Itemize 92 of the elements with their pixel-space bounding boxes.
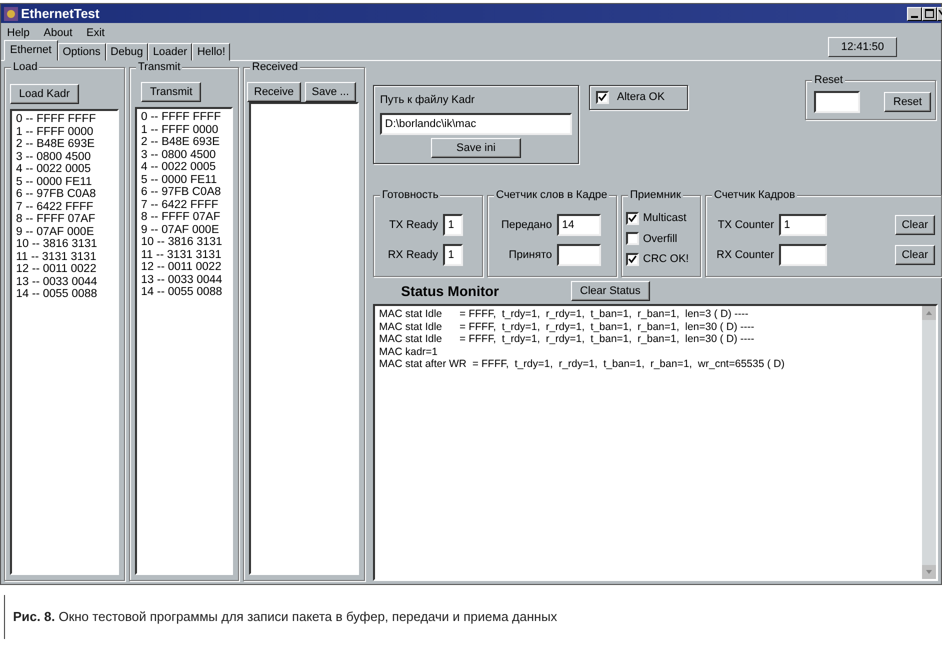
log-line: MAC stat Idle = FFFF, t_rdy=1, r_rdy=1, t_ban=1, r_ban=1, len=30 ( D) ---- bbox=[379, 320, 756, 333]
group-label: Load bbox=[11, 61, 40, 73]
minimize-button[interactable] bbox=[907, 6, 922, 20]
checkbox-label: Altera OK bbox=[617, 90, 665, 105]
list-row[interactable]: 2 -- B48E 693E bbox=[141, 136, 227, 148]
list-row[interactable]: 2 -- B48E 693E bbox=[16, 138, 113, 150]
action-button[interactable]: Transmit bbox=[141, 82, 202, 102]
tab[interactable]: Options bbox=[58, 43, 106, 61]
list-row[interactable]: 14 -- 0055 0088 bbox=[16, 288, 113, 300]
checkbox[interactable] bbox=[626, 212, 639, 225]
group-label: Счетчик Кадров bbox=[712, 189, 798, 201]
reset-field[interactable] bbox=[814, 91, 860, 113]
tab[interactable]: Debug bbox=[106, 43, 148, 61]
list-row[interactable]: 7 -- 6422 FFFF bbox=[141, 198, 227, 211]
checkbox[interactable] bbox=[596, 90, 609, 104]
clear-button[interactable]: Clear bbox=[894, 245, 935, 265]
value-field[interactable] bbox=[557, 244, 601, 266]
field-label: RX Counter bbox=[716, 248, 774, 263]
maximize-icon bbox=[925, 9, 934, 18]
list-row[interactable]: 3 -- 0800 4500 bbox=[16, 150, 113, 163]
list-row[interactable]: 9 -- 07AF 000E bbox=[16, 226, 113, 238]
menu-item[interactable]: Exit bbox=[86, 25, 105, 38]
list-row[interactable]: 5 -- 0000 FE11 bbox=[141, 174, 227, 186]
group-label: Счетчик слов в Кадре bbox=[494, 189, 610, 201]
clear-status-button[interactable]: Clear Status bbox=[571, 281, 650, 301]
save-ini-button[interactable]: Save ini bbox=[431, 138, 521, 158]
list-row[interactable]: 3 -- 0800 4500 bbox=[141, 148, 227, 161]
log-line: MAC stat Idle = FFFF, t_rdy=1, r_rdy=1, t_ban=1, r_ban=1, len=3 ( D) ---- bbox=[379, 308, 750, 320]
window-title: EthernetTest bbox=[21, 4, 100, 23]
tab[interactable]: Loader bbox=[148, 43, 192, 61]
field-label: Путь к файлу Kadr bbox=[380, 93, 476, 108]
checkbox-label: Overfill bbox=[643, 232, 678, 246]
list-row[interactable]: 6 -- 97FB C0A8 bbox=[16, 188, 113, 200]
list-row[interactable]: 0 -- FFFF FFFF bbox=[16, 113, 113, 126]
action-button[interactable]: Receive bbox=[247, 82, 301, 102]
list-row[interactable]: 8 -- FFFF 07AF bbox=[16, 213, 113, 226]
app-icon bbox=[4, 6, 18, 20]
list-row[interactable]: 1 -- FFFF 0000 bbox=[141, 124, 227, 136]
list-row[interactable]: 5 -- 0000 FE11 bbox=[16, 176, 113, 188]
status-monitor-title: Status Monitor bbox=[401, 282, 500, 300]
action-button[interactable]: Save ... bbox=[304, 82, 356, 102]
log-line: MAC kadr=1 bbox=[379, 346, 439, 358]
value-field[interactable]: 1 bbox=[443, 214, 463, 236]
list-row[interactable]: 4 -- 0022 0005 bbox=[141, 161, 227, 174]
list-row[interactable]: 6 -- 97FB C0A8 bbox=[141, 186, 227, 198]
clear-button[interactable]: Clear bbox=[894, 215, 935, 235]
value-field[interactable] bbox=[779, 244, 827, 266]
field-label: Передано bbox=[500, 218, 552, 233]
tab[interactable]: Ethernet bbox=[4, 40, 58, 61]
value-field[interactable]: 14 bbox=[557, 214, 601, 236]
action-button[interactable]: Load Kadr bbox=[10, 84, 79, 104]
value-field[interactable]: 1 bbox=[443, 244, 463, 266]
list-row[interactable]: 13 -- 0033 0044 bbox=[16, 276, 113, 288]
field-label: RX Ready bbox=[386, 248, 438, 263]
clock-display: 12:41:50 bbox=[828, 36, 897, 57]
list-row[interactable]: 12 -- 0011 0022 bbox=[16, 263, 113, 276]
list-row[interactable]: 11 -- 3131 3131 bbox=[16, 250, 113, 263]
path-field[interactable]: D:\borlandc\ik\mac bbox=[380, 112, 572, 134]
field-label: Принято bbox=[508, 248, 552, 263]
list-row[interactable]: 0 -- FFFF FFFF bbox=[141, 111, 227, 124]
maximize-button[interactable] bbox=[922, 6, 937, 20]
list-row[interactable]: 10 -- 3816 3131 bbox=[141, 236, 227, 248]
list-row[interactable]: 4 -- 0022 0005 bbox=[16, 163, 113, 176]
menu-item[interactable]: About bbox=[44, 25, 72, 38]
checkbox[interactable] bbox=[626, 252, 639, 266]
tab[interactable]: Hello! bbox=[192, 43, 230, 61]
list-row[interactable]: 12 -- 0011 0022 bbox=[141, 261, 227, 274]
group-label: Received bbox=[250, 61, 300, 73]
reset-button[interactable]: Reset bbox=[884, 92, 931, 112]
list-row[interactable]: 14 -- 0055 0088 bbox=[141, 286, 227, 298]
checkbox-label: Multicast bbox=[643, 211, 686, 226]
group-label: Reset bbox=[812, 74, 845, 86]
list-row[interactable]: 10 -- 3816 3131 bbox=[16, 238, 113, 250]
list-row[interactable]: 13 -- 0033 0044 bbox=[141, 274, 227, 286]
value-field[interactable]: 1 bbox=[779, 214, 827, 236]
log-line: MAC stat Idle = FFFF, t_rdy=1, r_rdy=1, t_ban=1, r_ban=1, len=30 ( D) ---- bbox=[379, 333, 756, 346]
list-row[interactable]: 8 -- FFFF 07AF bbox=[141, 211, 227, 224]
list-row[interactable]: 11 -- 3131 3131 bbox=[141, 248, 227, 261]
list-row[interactable]: 9 -- 07AF 000E bbox=[141, 224, 227, 236]
field-label: TX Counter bbox=[716, 218, 774, 233]
group-label: Transmit bbox=[136, 61, 182, 73]
figure-caption: Рис. 8. Окно тестовой программы для записи пакета в буфер, передачи и приема данных bbox=[4, 595, 938, 638]
list-row[interactable]: 7 -- 6422 FFFF bbox=[16, 200, 113, 213]
checkbox[interactable] bbox=[626, 232, 639, 246]
minimize-icon bbox=[911, 16, 918, 18]
group-label: Приемник bbox=[628, 189, 683, 201]
checkbox-label: CRC OK! bbox=[643, 252, 689, 267]
log-line: MAC stat after WR = FFFF, t_rdy=1, r_rdy=1, t_ban=1, r_ban=1, wr_cnt=65535 ( D) bbox=[379, 358, 786, 370]
field-label: TX Ready bbox=[388, 218, 438, 233]
list-row[interactable]: 1 -- FFFF 0000 bbox=[16, 126, 113, 138]
menu-item[interactable]: Help bbox=[7, 25, 30, 38]
group-label: Готовность bbox=[380, 189, 440, 201]
